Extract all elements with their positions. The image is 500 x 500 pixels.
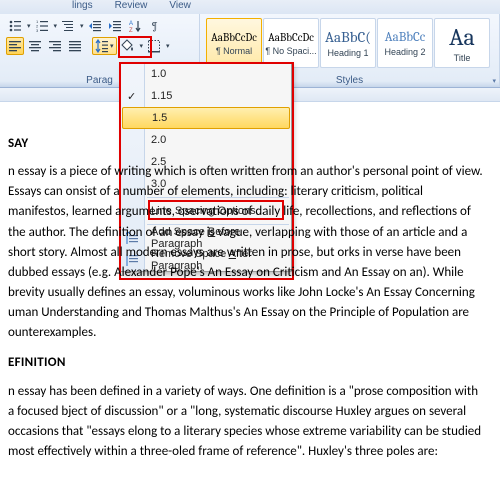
style-name: Heading 2 bbox=[384, 47, 425, 57]
heading-essay: SAY bbox=[8, 134, 484, 154]
justify-button[interactable] bbox=[66, 37, 84, 55]
style-tile-1[interactable]: AaBbCcDc ¶ No Spaci... bbox=[263, 18, 319, 68]
borders-button[interactable] bbox=[145, 37, 163, 55]
style-preview: Aa bbox=[449, 23, 475, 51]
bullets-button[interactable] bbox=[6, 17, 24, 35]
tab-review[interactable]: Review bbox=[113, 0, 150, 11]
menu-spacing-1-0[interactable]: 1.0 bbox=[121, 63, 291, 85]
multilevel-list-button[interactable] bbox=[59, 17, 77, 35]
style-name: ¶ Normal bbox=[216, 46, 252, 56]
increase-indent-button[interactable] bbox=[106, 17, 124, 35]
style-tile-2[interactable]: AaBbC( Heading 1 bbox=[320, 18, 376, 68]
numbering-caret-icon[interactable]: ▾ bbox=[54, 22, 58, 30]
bullets-caret-icon[interactable]: ▾ bbox=[27, 22, 31, 30]
svg-text:A: A bbox=[129, 21, 133, 27]
align-right-button[interactable] bbox=[46, 37, 64, 55]
style-preview: AaBbCcDc bbox=[268, 31, 314, 44]
align-left-button[interactable] bbox=[6, 37, 24, 55]
decrease-indent-button[interactable] bbox=[86, 17, 104, 35]
show-marks-button[interactable]: ¶ bbox=[146, 17, 164, 35]
menu-spacing-label: 1.15 bbox=[151, 90, 172, 102]
sort-button[interactable]: AZ bbox=[126, 17, 144, 35]
menu-spacing-label: 1.0 bbox=[151, 68, 166, 80]
multilevel-caret-icon[interactable]: ▾ bbox=[80, 22, 84, 30]
svg-text:3: 3 bbox=[36, 28, 39, 33]
shading-caret-icon[interactable]: ▾ bbox=[140, 42, 144, 50]
check-icon: ✓ bbox=[127, 90, 136, 103]
style-name: Title bbox=[454, 53, 471, 63]
style-preview: AaBbCc bbox=[385, 30, 425, 45]
style-name: ¶ No Spaci... bbox=[265, 46, 316, 56]
shading-button[interactable] bbox=[119, 37, 137, 55]
style-preview: AaBbC( bbox=[325, 28, 371, 46]
style-tile-3[interactable]: AaBbCc Heading 2 bbox=[377, 18, 433, 68]
paragraph-1: n essay is a piece of writing which is o… bbox=[8, 162, 484, 343]
style-tile-4[interactable]: Aa Title bbox=[434, 18, 490, 68]
document-body: SAY n essay is a piece of writing which … bbox=[0, 104, 500, 472]
align-center-button[interactable] bbox=[26, 37, 44, 55]
ribbon-tabs: lings Review View bbox=[0, 0, 500, 14]
paragraph-2: n essay has been defined in a variety of… bbox=[8, 382, 484, 463]
style-preview: AaBbCcDc bbox=[211, 31, 257, 44]
tab-mailings[interactable]: lings bbox=[70, 0, 95, 11]
style-tile-0[interactable]: AaBbCcDc ¶ Normal bbox=[206, 18, 262, 68]
line-spacing-button[interactable]: ▾ bbox=[92, 37, 117, 55]
style-name: Heading 1 bbox=[327, 48, 368, 58]
numbering-button[interactable]: 123 bbox=[33, 17, 51, 35]
borders-caret-icon[interactable]: ▾ bbox=[166, 42, 170, 50]
line-spacing-caret-icon: ▾ bbox=[110, 42, 114, 50]
heading-definition: EFINITION bbox=[8, 353, 484, 373]
styles-gallery[interactable]: AaBbCcDc¶ NormalAaBbCcDc¶ No Spaci...AaB… bbox=[202, 16, 497, 68]
tab-view[interactable]: View bbox=[167, 0, 193, 11]
svg-text:Z: Z bbox=[129, 28, 133, 33]
